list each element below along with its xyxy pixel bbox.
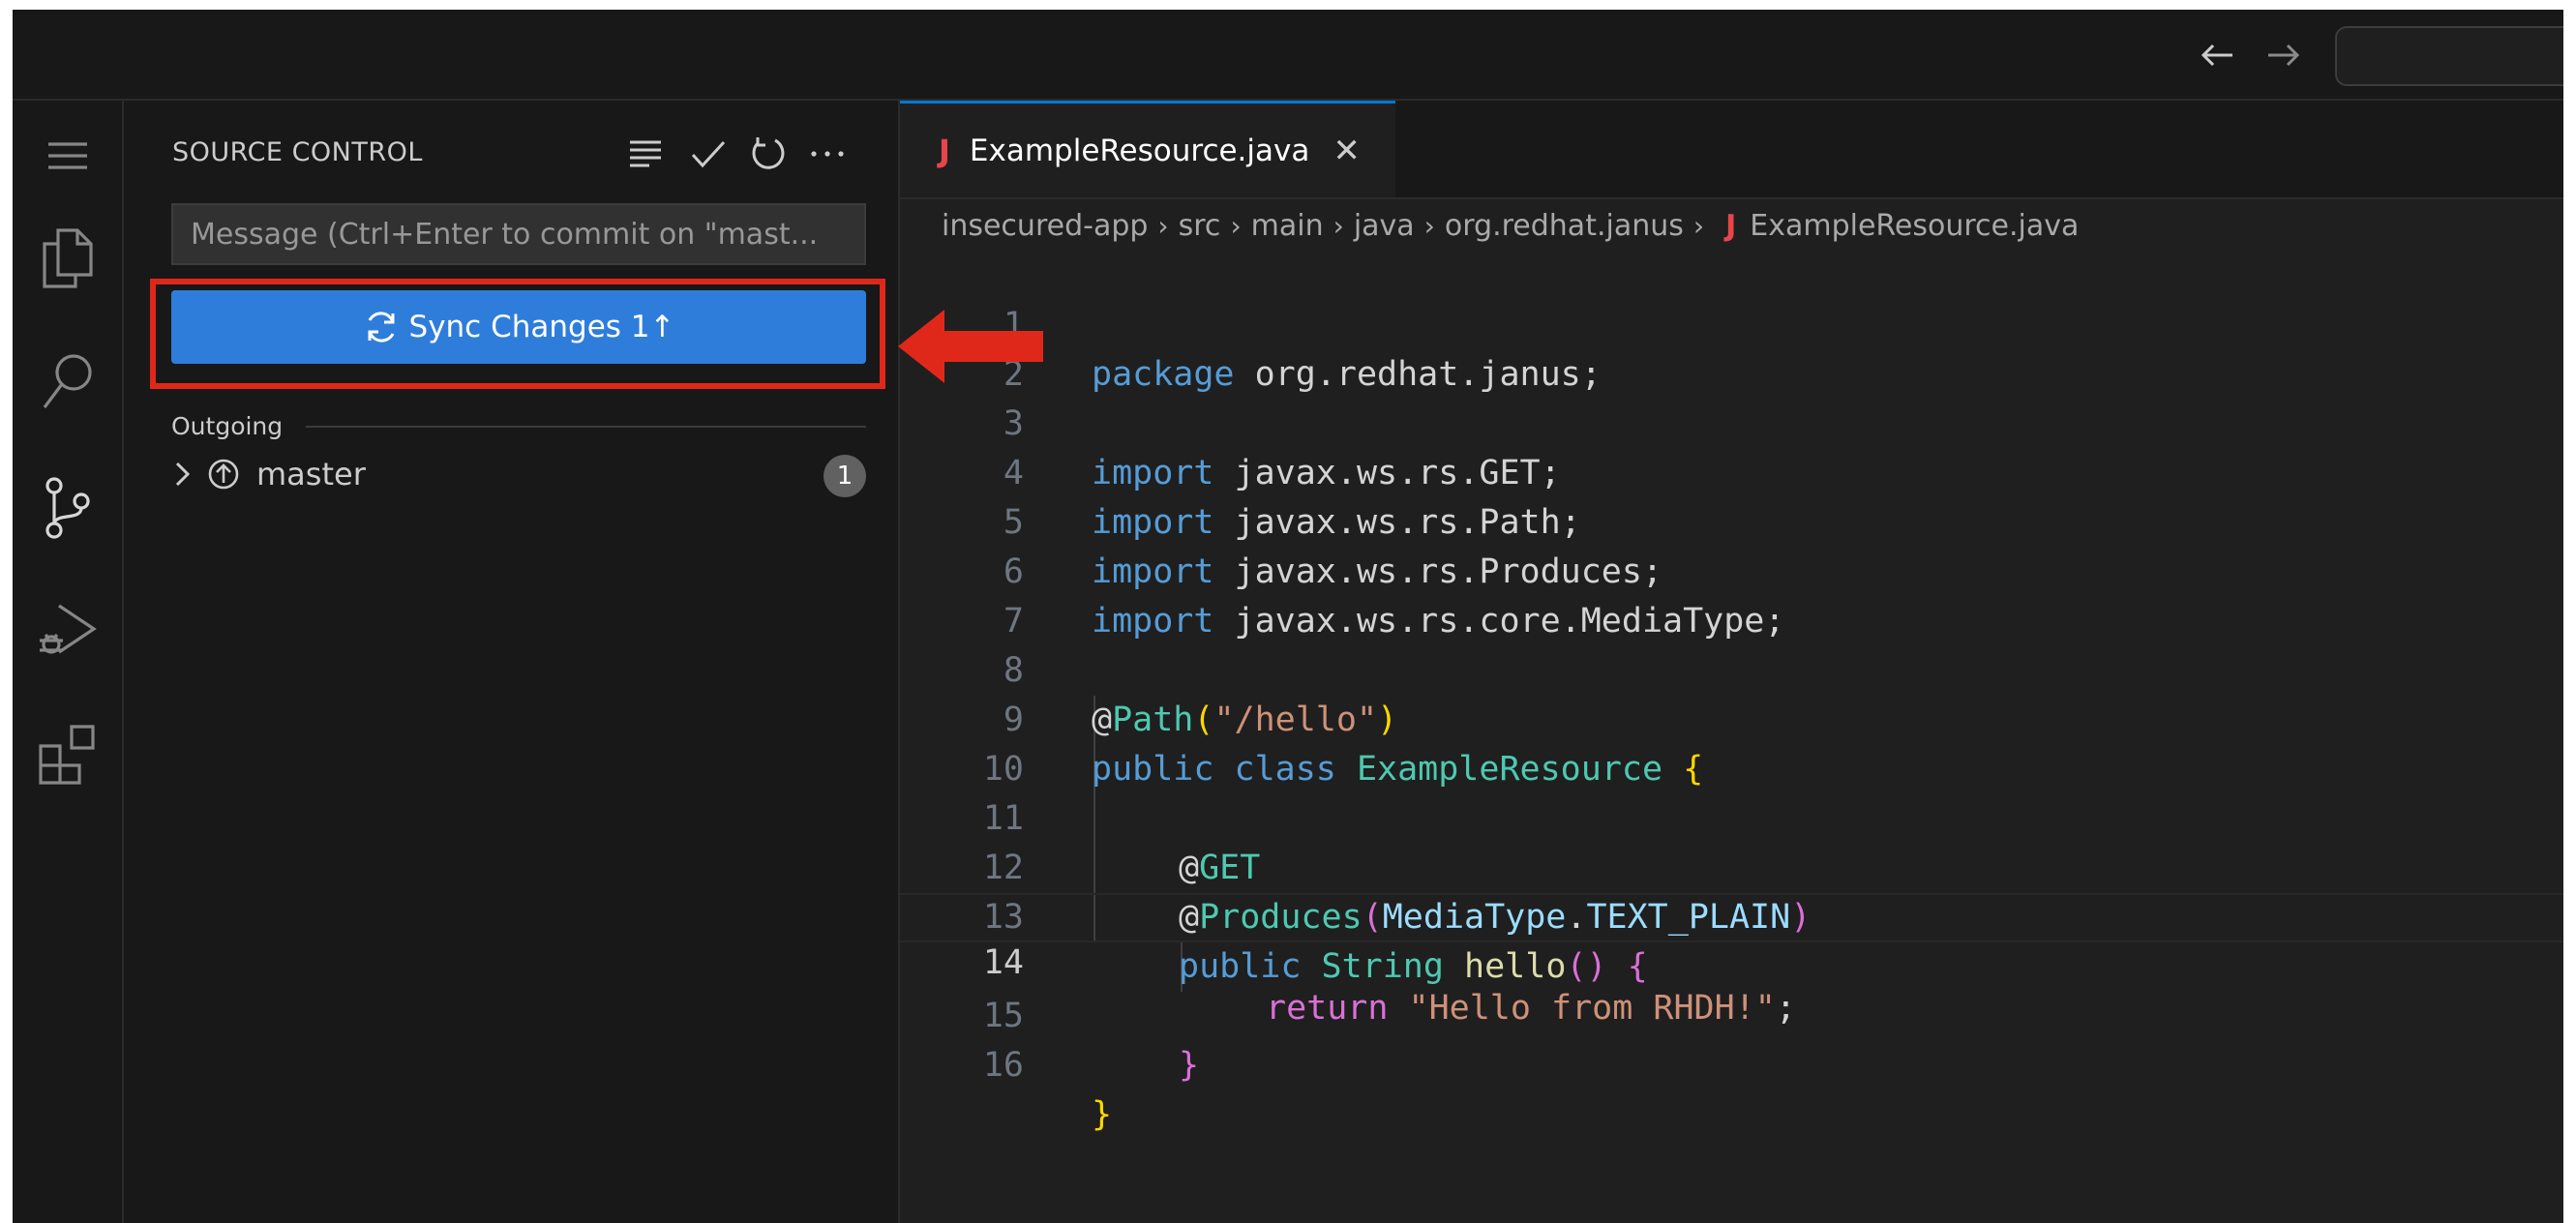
code-line: 10 (900, 696, 2563, 789)
code-token: } (1179, 1046, 1200, 1085)
code-line: 5 import javax.ws.rs.Produces; (900, 449, 2563, 591)
line-number: 16 (982, 1046, 1024, 1085)
search-icon[interactable] (34, 348, 102, 416)
chevron-right-icon: › (1423, 209, 1435, 242)
more-actions-icon[interactable] (805, 132, 850, 176)
breadcrumb-item[interactable]: java (1354, 209, 1415, 243)
code-line: 12 @Produces(MediaType.TEXT_PLAIN) (900, 794, 2563, 937)
code-token: } (1092, 1095, 1113, 1134)
editor-tab-bar: J ExampleResource.java ✕ (900, 101, 2563, 199)
code-line-current: 14 return "Hello from RHDH!"; (900, 893, 2563, 1028)
menu-icon[interactable] (34, 122, 102, 190)
tab-label: ExampleResource.java (969, 133, 1310, 168)
code-line: 2 (900, 301, 2563, 394)
code-line: 15 } (900, 942, 2563, 1085)
chevron-right-icon: › (1333, 209, 1344, 242)
editor-area: J ExampleResource.java ✕ insecured-app ›… (900, 101, 2563, 1223)
activity-bar (13, 101, 124, 1223)
code-line: 13 public String hello() { (900, 844, 2563, 986)
explorer-icon[interactable] (34, 224, 102, 292)
code-line: 16 } (900, 992, 2563, 1134)
breadcrumb: insecured-app › src › main › java › org.… (942, 201, 2079, 250)
source-control-icon[interactable] (34, 474, 102, 542)
java-file-icon: J (939, 132, 950, 169)
source-control-panel: SOURCE CONTROL Sync Changes 1↑ Outgoing (124, 101, 900, 1223)
code-line: 8 @Path("/hello") (900, 597, 2563, 739)
code-line: 6 import javax.ws.rs.core.MediaType; (900, 498, 2563, 641)
close-icon[interactable]: ✕ (1333, 132, 1361, 170)
annotation-arrow (898, 310, 1043, 383)
chevron-right-icon: › (1230, 209, 1242, 242)
branch-item-master[interactable]: master 1 (171, 447, 866, 501)
outgoing-section-label: Outgoing (171, 412, 284, 440)
breadcrumb-item[interactable]: ExampleResource.java (1750, 209, 2079, 243)
arrow-left-icon[interactable] (2193, 31, 2241, 79)
outgoing-arrow-icon (206, 457, 241, 492)
run-debug-icon[interactable] (34, 596, 102, 664)
commit-message-input[interactable] (171, 203, 866, 265)
view-as-list-icon[interactable] (623, 132, 668, 176)
code-line: 7 (900, 548, 2563, 641)
breadcrumb-item[interactable]: org.redhat.janus (1445, 209, 1684, 243)
tab-example-resource[interactable]: J ExampleResource.java ✕ (900, 101, 1395, 197)
section-divider (306, 426, 866, 428)
chevron-right-icon[interactable] (171, 460, 193, 489)
command-center-search[interactable] (2335, 26, 2563, 86)
code-line: 3 import javax.ws.rs.GET; (900, 350, 2563, 492)
arrow-right-icon[interactable] (2260, 31, 2308, 79)
code-line: 11 @GET (900, 745, 2563, 887)
branch-name: master (256, 456, 366, 492)
title-bar (13, 10, 2563, 101)
breadcrumb-item[interactable]: src (1179, 209, 1221, 243)
annotation-highlight-box (150, 279, 885, 389)
code-line: 1 package org.redhat.janus; (900, 252, 2563, 394)
outgoing-count-badge: 1 (824, 455, 866, 497)
java-file-icon: J (1725, 208, 1737, 243)
vscode-window: SOURCE CONTROL Sync Changes 1↑ Outgoing (13, 10, 2563, 1223)
refresh-icon[interactable] (746, 132, 791, 176)
panel-title: SOURCE CONTROL (172, 137, 423, 167)
code-line: 4 import javax.ws.rs.Path; (900, 400, 2563, 542)
breadcrumb-item[interactable]: main (1251, 209, 1324, 243)
commit-check-icon[interactable] (686, 132, 731, 176)
chevron-right-icon: › (1692, 209, 1705, 242)
code-line: 9 public class ExampleResource { (900, 646, 2563, 789)
breadcrumb-item[interactable]: insecured-app (942, 209, 1148, 243)
extensions-icon[interactable] (34, 720, 102, 788)
chevron-right-icon: › (1157, 209, 1169, 242)
